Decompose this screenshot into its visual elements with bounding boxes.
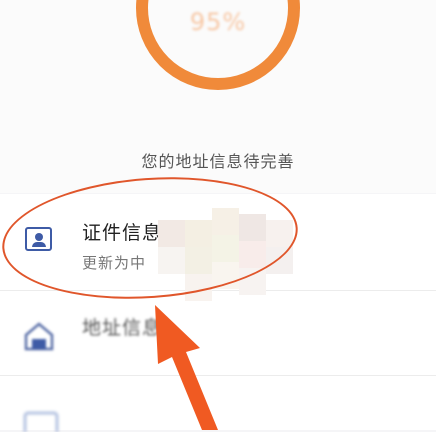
list-item-id-info[interactable]: 证件信息 更新为中 [0, 194, 436, 291]
profile-completion-panel: 95% 您的地址信息待完善 [0, 0, 436, 193]
house-icon [24, 322, 54, 351]
address-info-title: 地址信息 [82, 317, 163, 339]
id-info-status: 更新为中 [82, 254, 147, 272]
id-info-title: 证件信息 [82, 222, 163, 244]
list-item-card[interactable] [0, 376, 436, 432]
id-card-icon [25, 227, 52, 251]
card-icon [24, 412, 58, 432]
address-hint: 您的地址信息待完善 [141, 152, 295, 171]
list-item-address-info[interactable]: 地址信息 [0, 291, 436, 376]
completion-percent: 95% [189, 8, 247, 36]
